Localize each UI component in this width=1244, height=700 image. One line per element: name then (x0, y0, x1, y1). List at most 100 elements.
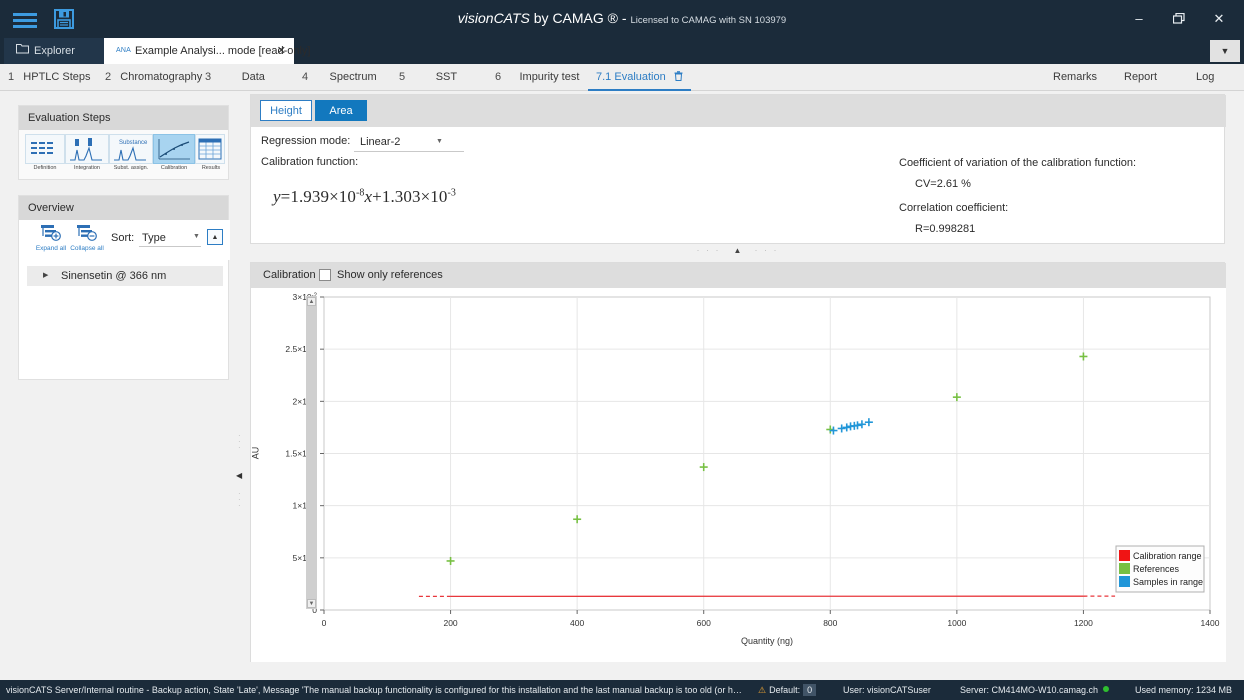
license-text: Licensed to CAMAG with SN 103979 (630, 15, 786, 26)
left-panel: Evaluation Steps Subst (0, 91, 247, 676)
formula-slope-exp: -8 (356, 187, 365, 198)
formula-slope: 1.939×10 (290, 187, 356, 206)
title-bar: visionCATS by CAMAG ® - Licensed to CAMA… (0, 0, 1244, 38)
step-label: HPTLC Steps (23, 71, 90, 83)
svg-text:Calibration range: Calibration range (1133, 551, 1202, 561)
step-number: 4 (302, 71, 308, 83)
svg-text:0: 0 (322, 618, 327, 628)
y-axis-label: AU (250, 447, 260, 460)
restore-window-icon[interactable] (1168, 10, 1190, 28)
tab-document[interactable]: ANAExample Analysi... mode [read-only] ✕ (104, 38, 294, 64)
expand-all-button[interactable]: Expand all (31, 224, 71, 252)
calibration-function-formula: y=1.939×10-8x+1.303×10-3 (273, 187, 456, 207)
collapse-panel-icon[interactable]: ◀ (236, 471, 242, 480)
step-data[interactable]: 3 Data (205, 64, 265, 91)
step-label: Chromatography (120, 71, 202, 83)
formula-intercept-exp: -3 (448, 187, 457, 198)
svg-text:800: 800 (823, 618, 837, 628)
step-label: Evaluation (614, 71, 665, 83)
cv-label: Coefficient of variation of the calibrat… (899, 157, 1219, 169)
formula-intercept: 1.303×10 (382, 187, 448, 206)
step-spectrum[interactable]: 4 Spectrum (302, 64, 377, 91)
step-chip-calibration[interactable] (153, 134, 195, 164)
chevron-right-icon[interactable]: ▶ (43, 266, 48, 286)
area-mode-button[interactable]: Area (315, 100, 367, 121)
show-only-references-checkbox[interactable] (319, 269, 331, 281)
mode-toolbar: Height Area (251, 95, 1226, 127)
svg-text:1000: 1000 (947, 618, 966, 628)
tab-explorer[interactable]: Explorer (4, 38, 104, 64)
step-impurity-test[interactable]: 6 Impurity test (495, 64, 579, 91)
evaluation-steps-chevrons: Substance (25, 134, 223, 174)
chart-header-bar: Calibration Show only references (251, 263, 1226, 288)
step-chip-label-results: Results (195, 165, 227, 172)
overview-panel: Overview Expand all (18, 195, 229, 380)
analysis-badge-icon: ANA (116, 47, 131, 54)
tab-list-dropdown[interactable]: ▼ (1210, 40, 1240, 62)
close-tab-icon[interactable]: ✕ (277, 38, 286, 64)
regression-mode-label: Regression mode: (261, 135, 350, 147)
main-content: Height Area Regression mode: Linear-2 ▼ … (250, 94, 1238, 674)
svg-text:600: 600 (697, 618, 711, 628)
collapse-up-icon[interactable]: ▲ (734, 246, 742, 255)
regression-mode-row: Regression mode: Linear-2 ▼ (261, 135, 350, 153)
step-chip-definition[interactable] (25, 134, 65, 164)
step-hptlc-steps[interactable]: 1 HPTLC Steps (8, 64, 91, 91)
collapse-all-label: Collapse all (67, 245, 107, 252)
list-item-label: Sinensetin @ 366 nm (61, 270, 166, 282)
step-chip-label-subst-assign: Subst. assign. (109, 165, 153, 172)
status-user: User: visionCATSuser (843, 680, 931, 700)
status-default[interactable]: ⚠Default:0 (758, 680, 816, 700)
svg-text:Samples in range: Samples in range (1133, 577, 1203, 587)
sort-ascending-button[interactable]: ▲ (207, 229, 223, 245)
formula-eq: = (281, 187, 291, 206)
collapse-all-button[interactable]: Collapse all (67, 224, 107, 252)
delete-evaluation-icon[interactable] (671, 72, 683, 83)
card-collapse-handle[interactable]: · · · ▲ · · · (250, 244, 1225, 262)
svg-text:400: 400 (570, 618, 584, 628)
default-label: Default: (769, 685, 800, 695)
close-icon[interactable]: ✕ (1208, 10, 1230, 28)
nav-log[interactable]: Log (1196, 64, 1214, 91)
panel-splitter[interactable]: ··· ◀ ··· (233, 431, 245, 521)
list-item-sinensetin[interactable]: ▶ Sinensetin @ 366 nm (27, 266, 223, 286)
regression-mode-select[interactable]: Linear-2 (354, 133, 464, 152)
sort-row: Sort: Type ▼ ▲ (111, 229, 223, 249)
step-number: 5 (399, 71, 405, 83)
status-server: Server: CM414MO-W10.camag.ch (960, 680, 1109, 700)
overview-title: Overview (19, 196, 228, 220)
svg-text:1200: 1200 (1074, 618, 1093, 628)
step-evaluation[interactable]: 7.1 Evaluation (588, 64, 691, 91)
tab-strip: Explorer ANAExample Analysi... mode [rea… (0, 38, 1244, 64)
svg-text:Quantity (ng): Quantity (ng) (741, 636, 793, 646)
step-chip-integration[interactable] (65, 134, 109, 164)
step-number: 2 (105, 71, 111, 83)
step-number: 6 (495, 71, 501, 83)
step-chip-substance-assignment[interactable]: Substance (109, 134, 153, 164)
calibration-summary-card: Height Area Regression mode: Linear-2 ▼ … (250, 94, 1225, 244)
nav-remarks[interactable]: Remarks (1053, 64, 1097, 91)
chart-vertical-scrollbar[interactable]: ▲ ▼ (306, 296, 317, 609)
nav-report[interactable]: Report (1124, 64, 1157, 91)
expand-all-label: Expand all (31, 245, 71, 252)
step-sst[interactable]: 5 SST (399, 64, 457, 91)
chevron-down-icon[interactable]: ▼ (436, 138, 443, 145)
chevron-down-icon[interactable]: ▼ (193, 233, 200, 240)
handle-dots-right: · · · (755, 245, 779, 255)
step-label: SST (436, 71, 457, 83)
calibration-scatter-plot[interactable]: 05×10-31×10-21.5×10-22×10-22.5×10-23×10-… (251, 288, 1226, 662)
server-online-indicator (1103, 686, 1109, 692)
step-label: Impurity test (519, 71, 579, 83)
svg-text:Substance: Substance (119, 140, 148, 146)
step-chromatography[interactable]: 2 Chromatography (105, 64, 202, 91)
minimize-icon[interactable]: – (1128, 10, 1150, 28)
show-only-references-label: Show only references (337, 269, 443, 281)
sort-select[interactable]: Type (139, 229, 201, 247)
step-chip-results[interactable] (195, 134, 225, 164)
height-mode-button[interactable]: Height (260, 100, 312, 121)
statistics-column: Coefficient of variation of the calibrat… (899, 157, 1219, 247)
step-label: Spectrum (330, 71, 377, 83)
sort-label: Sort: (111, 232, 134, 244)
tab-explorer-label: Explorer (34, 45, 75, 57)
title-separator: - (618, 10, 630, 26)
